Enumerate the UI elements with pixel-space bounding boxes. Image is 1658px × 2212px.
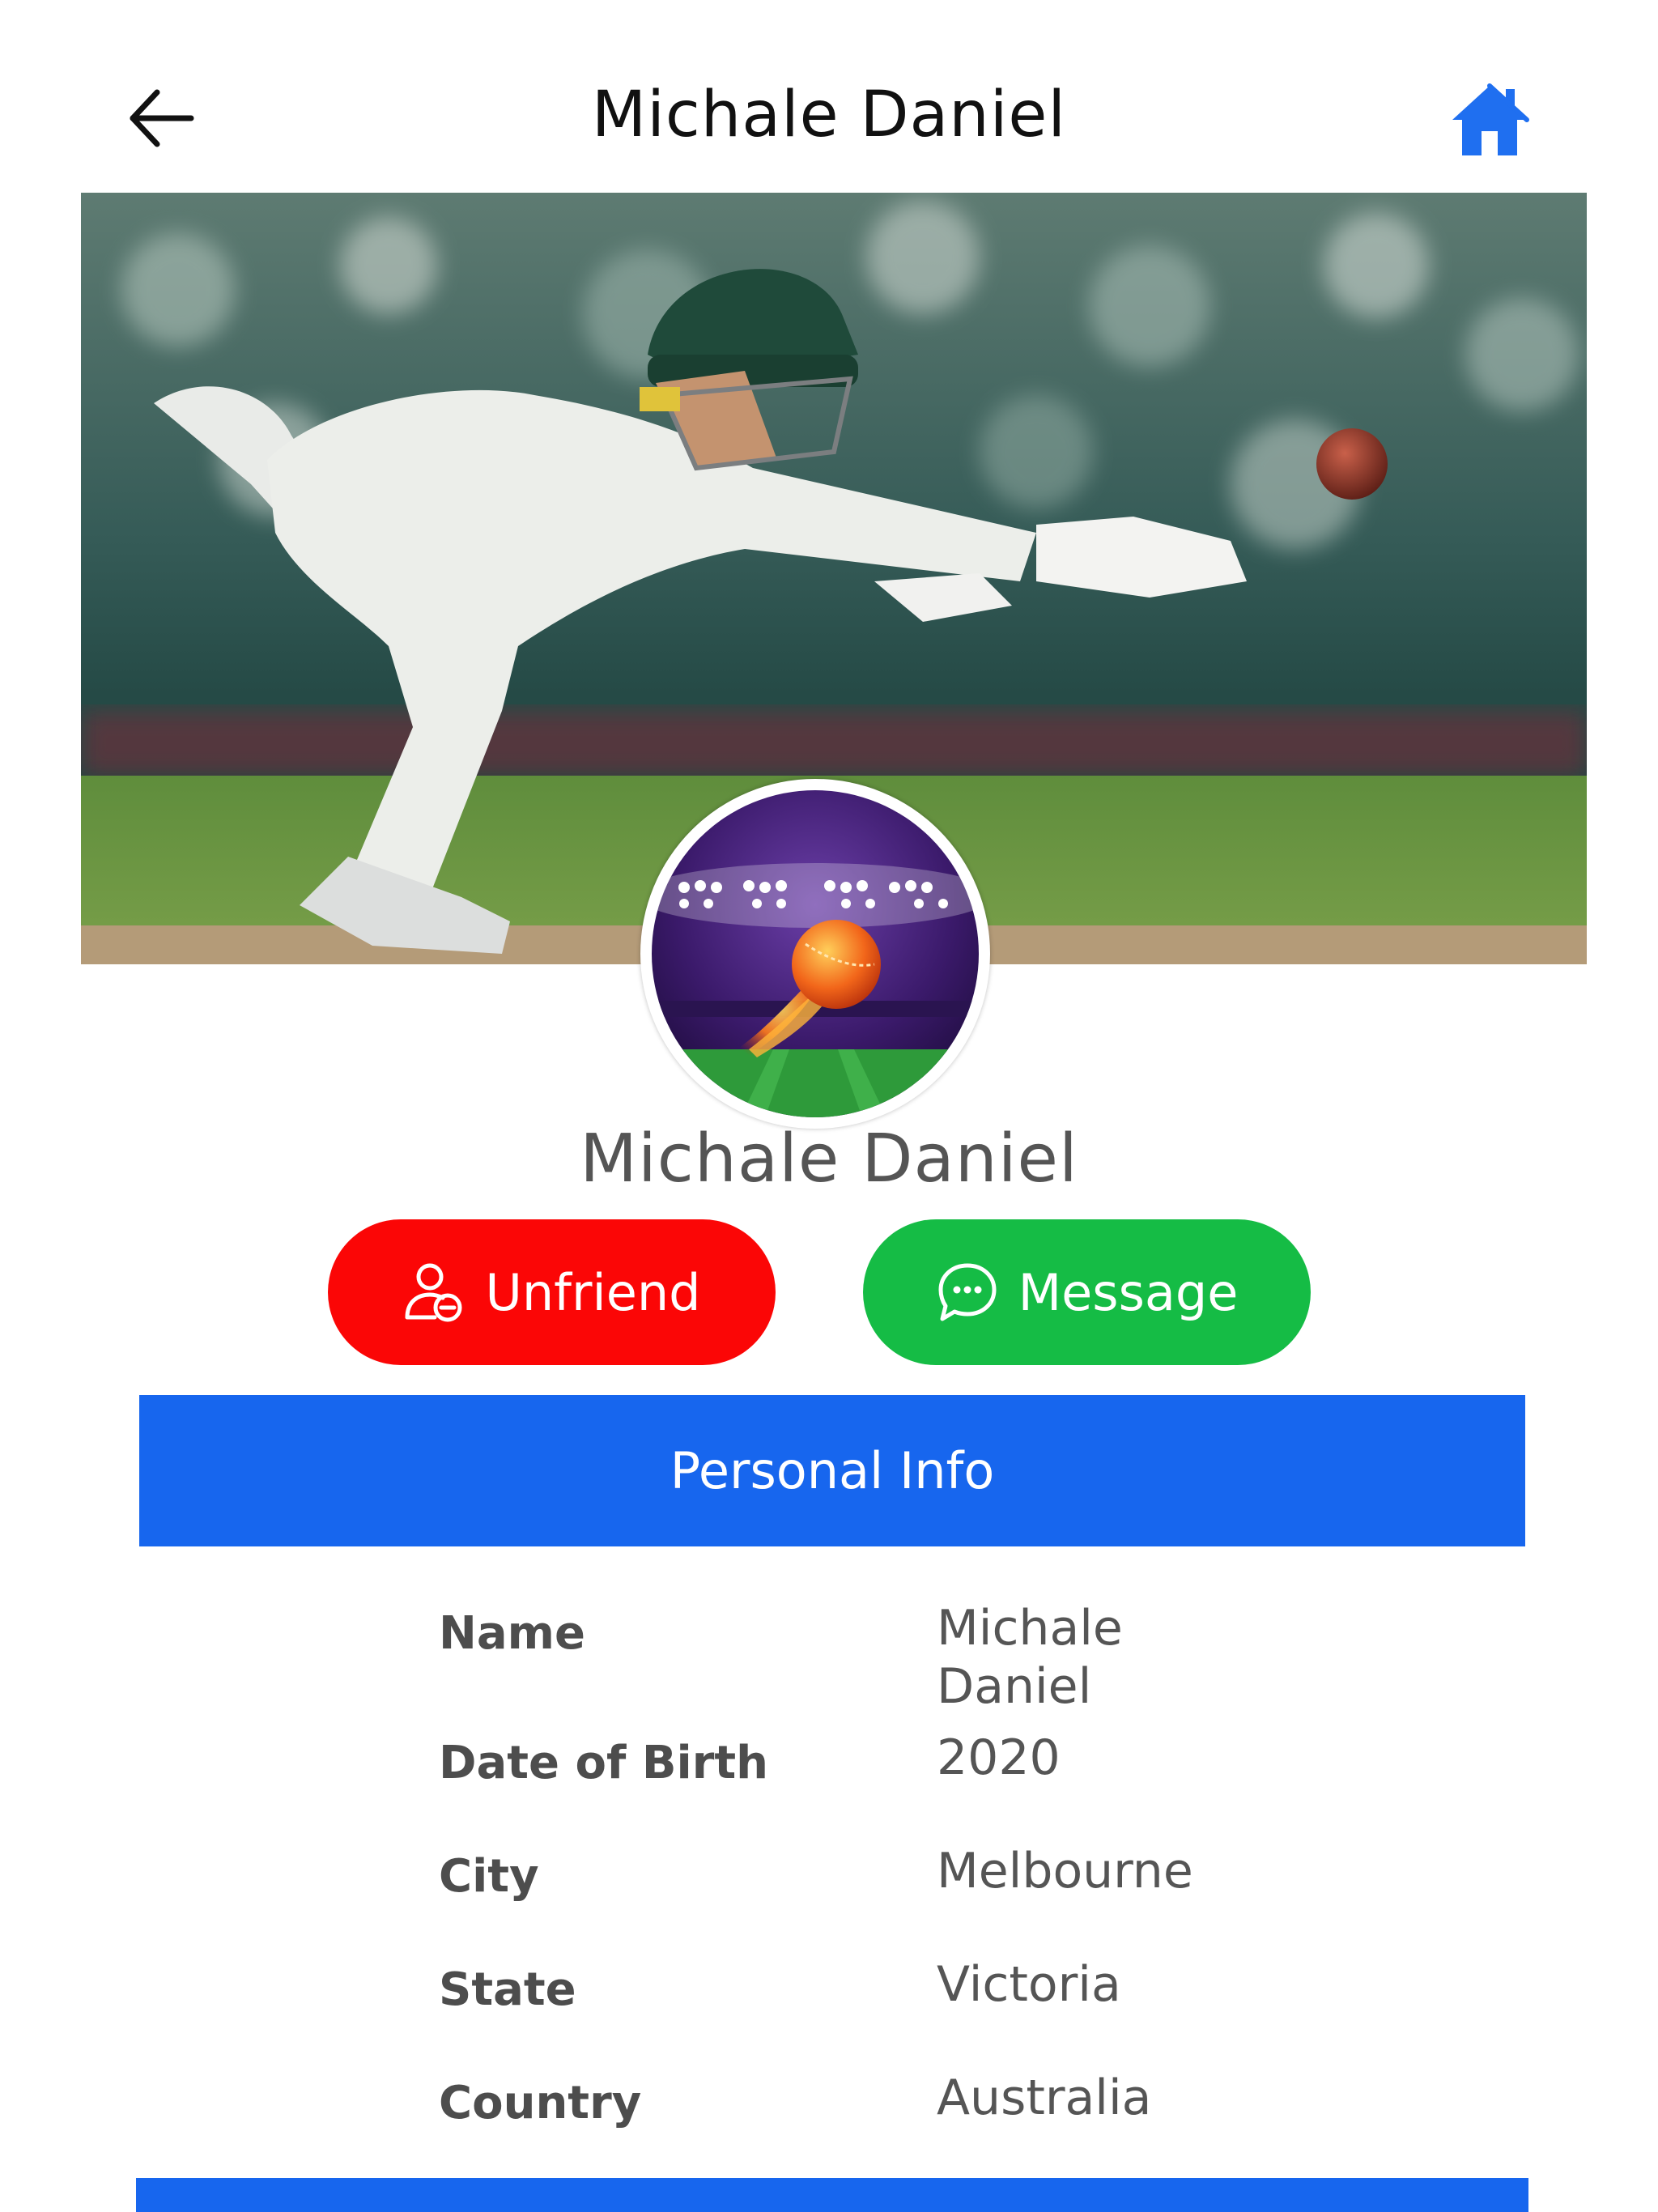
info-value: Melbourne — [937, 1843, 1193, 1899]
flaming-cricket-ball-image — [652, 790, 979, 1117]
next-section-header[interactable] — [136, 2178, 1528, 2212]
info-label: Name — [439, 1607, 585, 1660]
info-label: Date of Birth — [439, 1737, 768, 1789]
info-value: Australia — [937, 2069, 1152, 2126]
info-value: Victoria — [937, 1956, 1121, 2013]
message-button[interactable]: Message — [863, 1219, 1311, 1365]
home-icon — [1452, 83, 1529, 155]
profile-name: Michale Daniel — [580, 1121, 1078, 1197]
personal-info-title: Personal Info — [670, 1441, 995, 1500]
profile-avatar[interactable] — [640, 779, 990, 1129]
info-label: Country — [439, 2077, 642, 2129]
unfriend-button[interactable]: Unfriend — [328, 1219, 776, 1365]
info-label: City — [439, 1850, 539, 1903]
info-label: State — [439, 1963, 576, 2016]
personal-info-header[interactable]: Personal Info — [139, 1395, 1525, 1546]
home-button[interactable] — [1449, 81, 1530, 159]
profile-page: Michale Daniel Michale Daniel Unfriend M… — [0, 0, 1658, 2212]
user-minus-icon — [405, 1263, 462, 1322]
info-value: 2020 — [937, 1729, 1061, 1786]
unfriend-label: Unfriend — [485, 1262, 701, 1322]
info-value: Michale Daniel — [937, 1600, 1123, 1715]
chat-bubble-icon — [938, 1263, 997, 1321]
message-label: Message — [1018, 1262, 1239, 1322]
page-title: Michale Daniel — [591, 79, 1067, 151]
